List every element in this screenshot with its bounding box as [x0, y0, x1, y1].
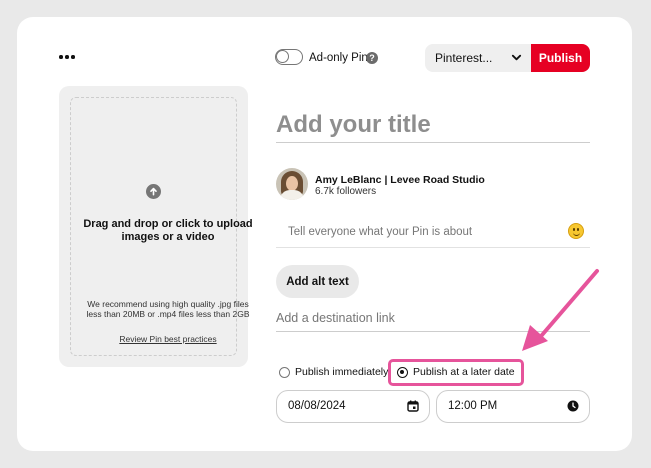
ad-only-label: Ad-only Pin — [309, 52, 368, 64]
publish-later-radio[interactable] — [397, 367, 408, 378]
date-value: 08/08/2024 — [288, 400, 346, 412]
publish-immediately-radio[interactable] — [279, 367, 290, 378]
destination-link-placeholder: Add a destination link — [276, 311, 395, 325]
upload-hint: We recommend using high quality .jpg fil… — [86, 299, 250, 319]
clock-icon[interactable] — [567, 400, 579, 412]
author-name: Amy LeBlanc | Levee Road Studio — [315, 174, 485, 186]
title-input[interactable]: Add your title — [276, 105, 590, 143]
publish-button[interactable]: Publish — [531, 44, 590, 72]
toggle-knob — [276, 50, 289, 63]
add-alt-text-button[interactable]: Add alt text — [276, 265, 359, 298]
publish-immediately-label[interactable]: Publish immediately — [295, 366, 388, 378]
avatar — [276, 168, 308, 200]
description-input[interactable]: Tell everyone what your Pin is about — [276, 216, 590, 248]
ad-only-toggle[interactable] — [275, 49, 303, 65]
board-select-value: Pinterest... — [435, 51, 493, 65]
time-input[interactable]: 12:00 PM — [436, 390, 590, 423]
arrow-up-circle-icon[interactable] — [146, 184, 161, 199]
upload-prompt: Drag and drop or click to upload images … — [83, 218, 253, 243]
emoji-icon[interactable] — [568, 223, 584, 239]
publish-later-label[interactable]: Publish at a later date — [413, 366, 515, 378]
time-value: 12:00 PM — [448, 400, 498, 412]
calendar-icon[interactable] — [407, 400, 419, 412]
help-icon[interactable]: ? — [366, 52, 378, 64]
date-input[interactable]: 08/08/2024 — [276, 390, 430, 423]
review-pin-best-practices-link[interactable]: Review Pin best practices — [83, 334, 253, 344]
destination-link-input[interactable]: Add a destination link — [276, 304, 590, 332]
author-followers: 6.7k followers — [315, 186, 377, 197]
board-select[interactable]: Pinterest... — [425, 44, 531, 72]
more-options-icon[interactable] — [55, 45, 79, 69]
chevron-down-icon — [511, 54, 522, 61]
description-placeholder: Tell everyone what your Pin is about — [288, 226, 473, 238]
